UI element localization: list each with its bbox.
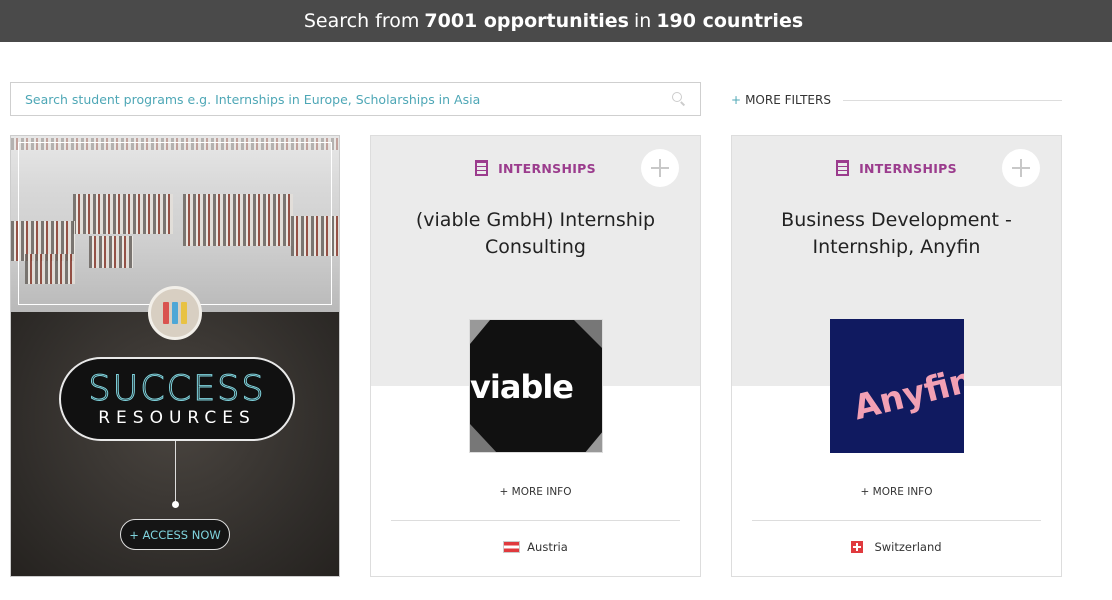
more-filters-button[interactable]: + MORE FILTERS [731, 91, 1062, 109]
more-info-link[interactable]: + MORE INFO [371, 486, 700, 498]
success-resources-title: SUCCESS RESOURCES [59, 357, 295, 441]
add-to-favorites-button[interactable] [1002, 149, 1040, 187]
card-divider [391, 520, 680, 521]
card-country: Austria [371, 540, 700, 554]
banner-prefix: Search from [303, 10, 420, 32]
search-input[interactable] [25, 91, 672, 107]
category-label: INTERNSHIPS [859, 160, 957, 176]
plus-icon: + [731, 93, 742, 107]
success-resources-promo[interactable]: SUCCESS RESOURCES + ACCESS NOW [10, 135, 340, 577]
binders-icon [148, 286, 202, 340]
banner-middle: in [634, 10, 652, 32]
building-icon [475, 160, 489, 176]
viable-logo-graphic: viable [470, 320, 602, 452]
country-label: Austria [527, 540, 568, 554]
company-logo[interactable]: viable [469, 319, 603, 453]
filters-divider [842, 99, 1062, 101]
card-title[interactable]: (viable GmbH) Internship Consulting [391, 207, 680, 261]
viable-logo-text: viable [470, 368, 573, 406]
connector-line [175, 441, 176, 503]
card-divider [752, 520, 1041, 521]
company-logo[interactable]: Anyfin [830, 319, 964, 453]
building-icon [836, 160, 850, 176]
opportunity-card[interactable]: INTERNSHIPS (viable GmbH) Internship Con… [370, 135, 701, 577]
card-country: Switzerland [732, 540, 1061, 554]
category-label: INTERNSHIPS [498, 160, 596, 176]
access-now-button[interactable]: + ACCESS NOW [120, 519, 230, 550]
switzerland-flag-icon [851, 541, 864, 553]
promo-title-line2: RESOURCES [98, 408, 256, 428]
country-label: Switzerland [874, 540, 942, 554]
more-filters-label: MORE FILTERS [745, 93, 831, 107]
card-title[interactable]: Business Development - Internship, Anyfi… [752, 207, 1041, 261]
opportunity-card[interactable]: INTERNSHIPS Business Development - Inter… [731, 135, 1062, 577]
anyfin-logo-graphic: Anyfin [830, 319, 964, 453]
promo-title-line1: SUCCESS [88, 369, 266, 409]
top-banner: Search from 7001 opportunities in 190 co… [0, 0, 1112, 42]
search-bar[interactable] [10, 82, 701, 116]
opportunity-count: 7001 opportunities [424, 10, 629, 32]
more-info-link[interactable]: + MORE INFO [732, 486, 1061, 498]
search-icon[interactable] [672, 92, 686, 106]
photo-frame [18, 142, 332, 305]
austria-flag-icon [503, 541, 521, 553]
connector-dot [172, 501, 179, 508]
add-to-favorites-button[interactable] [641, 149, 679, 187]
country-count: 190 countries [656, 10, 804, 32]
